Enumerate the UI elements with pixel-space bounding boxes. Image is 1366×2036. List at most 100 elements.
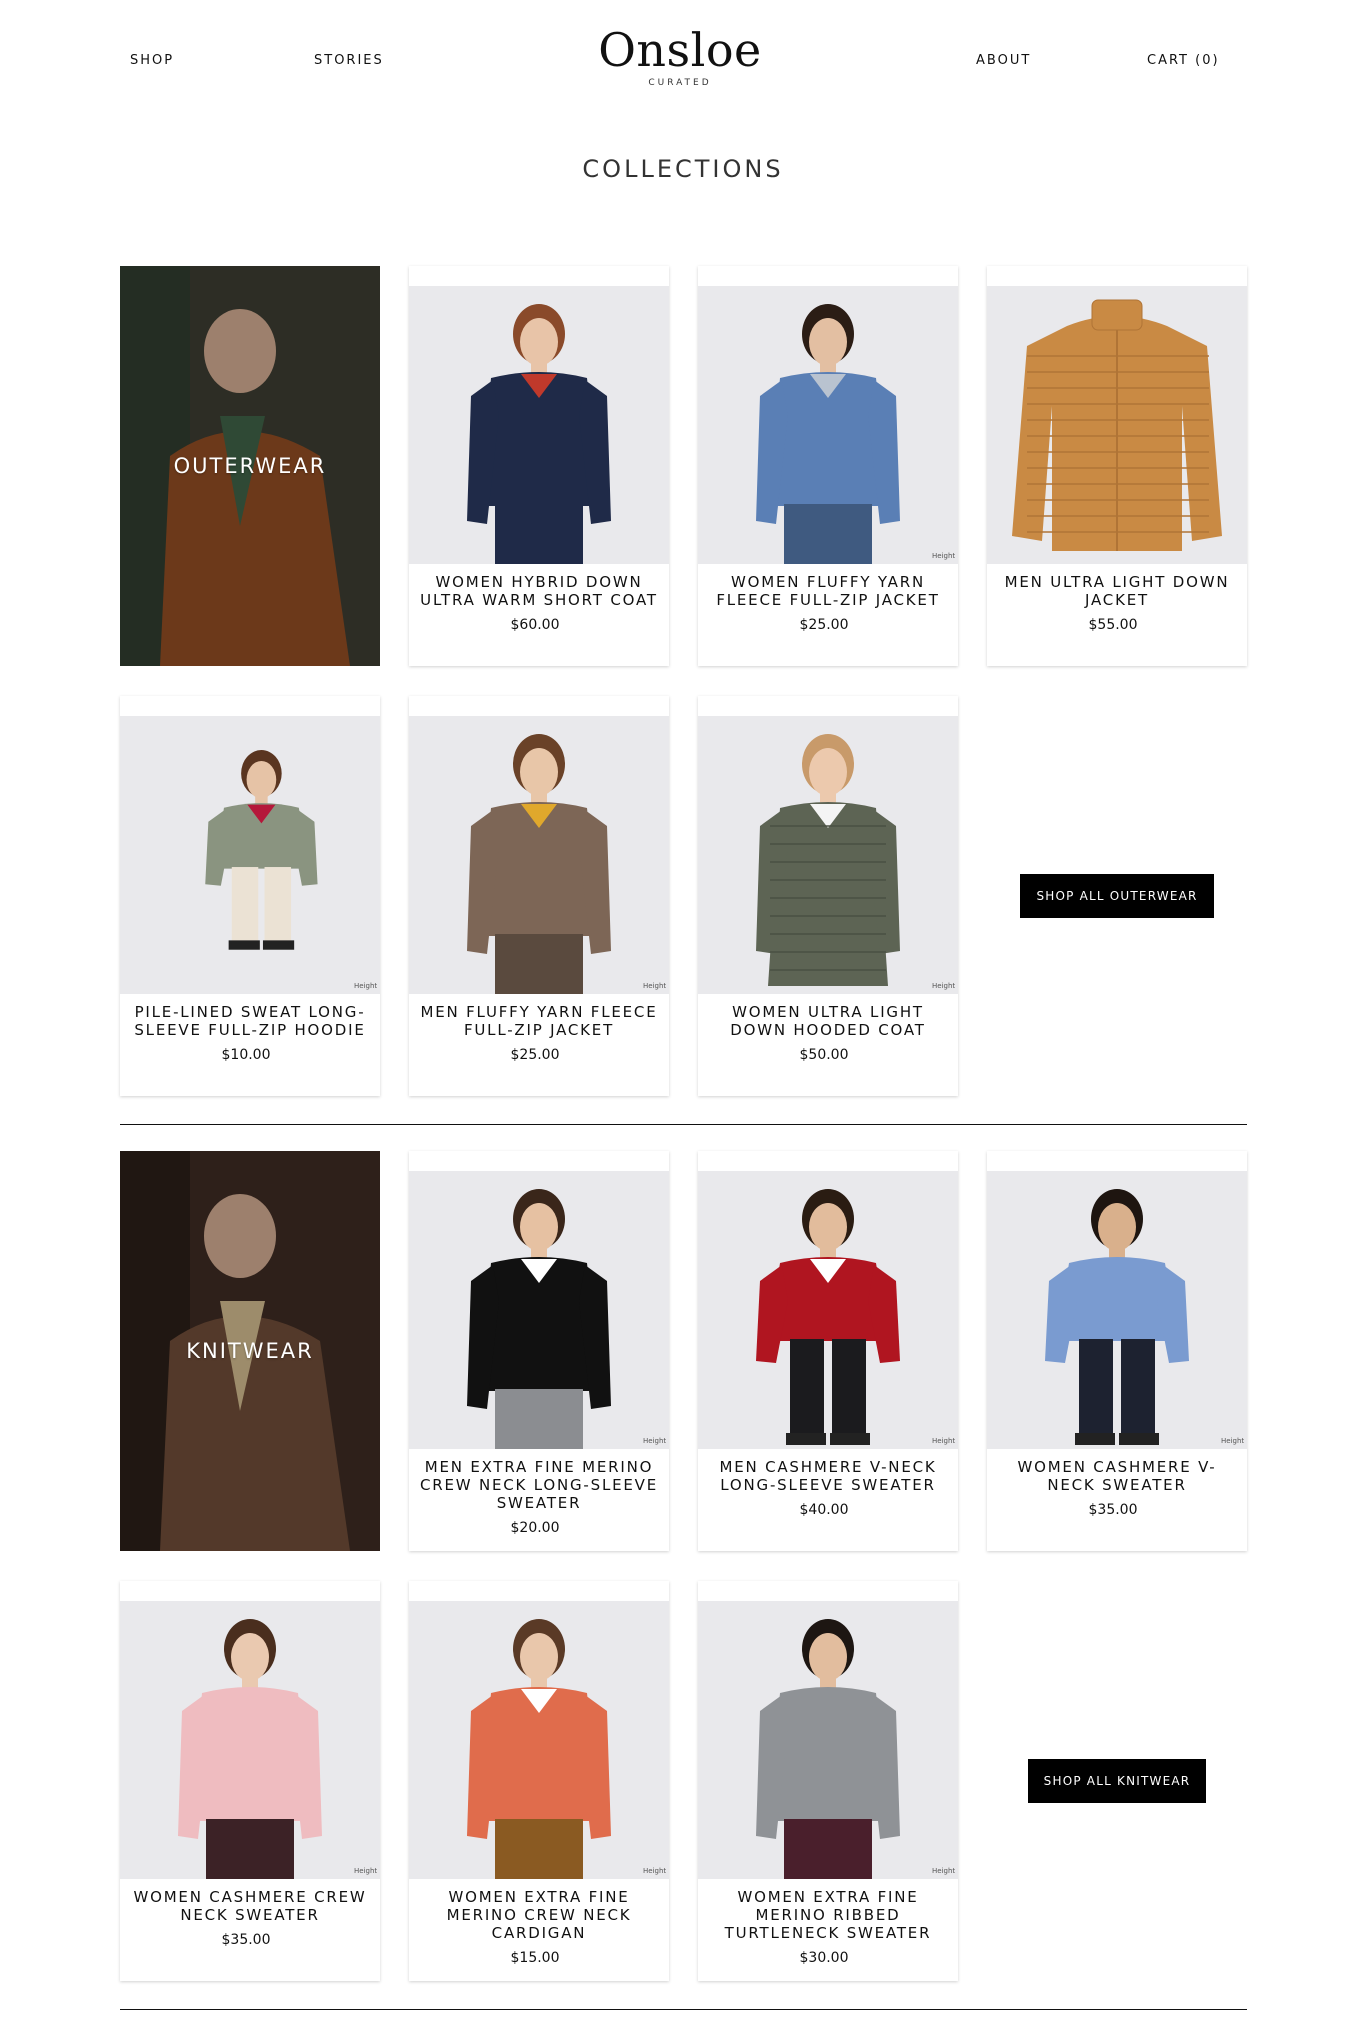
product-image[interactable]: Height : 6'/183 Size : M bbox=[409, 1171, 669, 1449]
collection-feature-outerwear[interactable]: OUTERWEAR bbox=[120, 266, 380, 666]
product-card[interactable]: WOMEN HYBRID DOWN ULTRA WARM SHORT COAT $… bbox=[409, 266, 669, 666]
product-info: MEN ULTRA LIGHT DOWN JACKET $55.00 bbox=[997, 573, 1237, 633]
product-title[interactable]: MEN ULTRA LIGHT DOWN JACKET bbox=[997, 573, 1237, 609]
logo[interactable]: Onsloe CURATED bbox=[560, 22, 800, 88]
product-image[interactable]: Height : 5'8"/163 Size : S bbox=[698, 286, 958, 564]
collection-feature-cell: KNITWEAR bbox=[120, 1151, 380, 1551]
product-price: $15.00 bbox=[510, 1950, 560, 1966]
product-image[interactable]: Height : 6'/183 Size : M bbox=[409, 716, 669, 994]
product-image[interactable]: Height : 5'8"/172 Size : S bbox=[120, 716, 380, 994]
product-image[interactable]: Height : 5'8"/173 Size : S bbox=[698, 716, 958, 994]
product-price: $35.00 bbox=[1088, 1502, 1138, 1518]
product-price: $30.00 bbox=[799, 1950, 849, 1966]
product-info: WOMEN EXTRA FINE MERINO RIBBED TURTLENEC… bbox=[708, 1888, 948, 1966]
product-title[interactable]: WOMEN HYBRID DOWN ULTRA WARM SHORT COAT bbox=[419, 573, 659, 609]
product-info: WOMEN EXTRA FINE MERINO CREW NECK CARDIG… bbox=[419, 1888, 659, 1966]
product-price: $25.00 bbox=[799, 617, 849, 633]
product-title[interactable]: PILE-LINED SWEAT LONG-SLEEVE FULL-ZIP HO… bbox=[130, 1003, 370, 1039]
product-info: MEN EXTRA FINE MERINO CREW NECK LONG-SLE… bbox=[419, 1458, 659, 1536]
product-card[interactable]: Height : 5'8"/172 Size : S WOMEN EXTRA FI… bbox=[409, 1581, 669, 1981]
product-title[interactable]: MEN EXTRA FINE MERINO CREW NECK LONG-SLE… bbox=[419, 1458, 659, 1512]
product-title[interactable]: WOMEN CASHMERE CREW NECK SWEATER bbox=[130, 1888, 370, 1924]
shop-all-knitwear-button[interactable]: SHOP ALL KNITWEAR bbox=[1027, 1759, 1207, 1803]
product-price: $35.00 bbox=[221, 1932, 271, 1948]
product-price: $50.00 bbox=[799, 1047, 849, 1063]
product-cell: Height : 5'8"/163 Size : S WOMEN FLUFFY Y… bbox=[698, 266, 958, 666]
product-price: $55.00 bbox=[1088, 617, 1138, 633]
product-cell: Height : 6'/183 Size : M MEN CASHMERE V-N… bbox=[698, 1151, 958, 1551]
product-info: WOMEN CASHMERE CREW NECK SWEATER $35.00 bbox=[130, 1888, 370, 1948]
product-price: $60.00 bbox=[510, 617, 560, 633]
product-info: WOMEN ULTRA LIGHT DOWN HOODED COAT $50.00 bbox=[708, 1003, 948, 1063]
model-size-tag: Height : 6'/183 Size : M bbox=[643, 1437, 669, 1445]
product-info: WOMEN HYBRID DOWN ULTRA WARM SHORT COAT $… bbox=[419, 573, 659, 633]
product-card[interactable]: Height : 5'7"/170 Size : S WOMEN CASHMERE… bbox=[120, 1581, 380, 1981]
collection-label: OUTERWEAR bbox=[173, 454, 327, 478]
product-cell: Height : 6'/183 Size : M MEN FLUFFY YARN … bbox=[409, 696, 669, 1096]
page-title: COLLECTIONS bbox=[582, 155, 784, 183]
product-card[interactable]: MEN ULTRA LIGHT DOWN JACKET $55.00 bbox=[987, 266, 1247, 666]
product-cell: MEN ULTRA LIGHT DOWN JACKET $55.00 bbox=[987, 266, 1247, 666]
product-image[interactable] bbox=[987, 286, 1247, 564]
model-size-tag: Height : 5'6"/167 Size : S bbox=[1221, 1437, 1247, 1445]
product-price: $25.00 bbox=[510, 1047, 560, 1063]
product-info: MEN CASHMERE V-NECK LONG-SLEEVE SWEATER $… bbox=[708, 1458, 948, 1518]
product-title[interactable]: WOMEN EXTRA FINE MERINO RIBBED TURTLENEC… bbox=[708, 1888, 948, 1942]
model-size-tag: Height : 6'/183 Size : M bbox=[643, 982, 669, 990]
product-cell: Height : 5'8"/173 Size : S WOMEN ULTRA LI… bbox=[698, 696, 958, 1096]
product-image[interactable]: Height : 5'8"/172 Size : S bbox=[409, 1601, 669, 1879]
model-size-tag: Height : 5'8"/172 Size : S bbox=[354, 982, 380, 990]
collection-feature-knitwear[interactable]: KNITWEAR bbox=[120, 1151, 380, 1551]
product-cell: Height : 5'6"/167 Size : S WOMEN CASHMERE… bbox=[987, 1151, 1247, 1551]
product-image[interactable] bbox=[409, 286, 669, 564]
model-size-tag: Height : 5'7"/170 Size : S bbox=[354, 1867, 380, 1875]
shop-all-cell: SHOP ALL OUTERWEAR bbox=[987, 696, 1247, 1096]
section-divider bbox=[120, 1124, 1247, 1125]
product-image[interactable]: Height : 5'7"/170 Size : S bbox=[698, 1601, 958, 1879]
product-card[interactable]: Height : 5'8"/172 Size : S PILE-LINED SWE… bbox=[120, 696, 380, 1096]
model-size-tag: Height : 5'8"/163 Size : S bbox=[932, 552, 958, 560]
nav-about[interactable]: ABOUT bbox=[976, 53, 1031, 68]
product-card[interactable]: Height : 5'8"/173 Size : S WOMEN ULTRA LI… bbox=[698, 696, 958, 1096]
site-header: SHOP STORIES Onsloe CURATED ABOUT CART (… bbox=[0, 0, 1366, 110]
model-size-tag: Height : 5'8"/173 Size : S bbox=[932, 982, 958, 990]
shop-all-cell: SHOP ALL KNITWEAR bbox=[987, 1581, 1247, 1981]
product-cell: Height : 5'7"/170 Size : S WOMEN EXTRA FI… bbox=[698, 1581, 958, 1981]
logo-tagline: CURATED bbox=[648, 78, 712, 88]
product-price: $20.00 bbox=[510, 1520, 560, 1536]
nav-stories[interactable]: STORIES bbox=[314, 53, 384, 68]
product-card[interactable]: Height : 6'/183 Size : M MEN CASHMERE V-N… bbox=[698, 1151, 958, 1551]
logo-name: Onsloe bbox=[598, 23, 762, 77]
product-cell: WOMEN HYBRID DOWN ULTRA WARM SHORT COAT $… bbox=[409, 266, 669, 666]
nav-shop[interactable]: SHOP bbox=[130, 53, 174, 68]
product-title[interactable]: WOMEN ULTRA LIGHT DOWN HOODED COAT bbox=[708, 1003, 948, 1039]
product-card[interactable]: Height : 5'7"/170 Size : S WOMEN EXTRA FI… bbox=[698, 1581, 958, 1981]
product-title[interactable]: MEN FLUFFY YARN FLEECE FULL-ZIP JACKET bbox=[419, 1003, 659, 1039]
collection-feature-cell: OUTERWEAR bbox=[120, 266, 380, 666]
product-title[interactable]: WOMEN FLUFFY YARN FLEECE FULL-ZIP JACKET bbox=[708, 573, 948, 609]
product-title[interactable]: WOMEN EXTRA FINE MERINO CREW NECK CARDIG… bbox=[419, 1888, 659, 1942]
product-title[interactable]: MEN CASHMERE V-NECK LONG-SLEEVE SWEATER bbox=[708, 1458, 948, 1494]
product-cell: Height : 5'8"/172 Size : S PILE-LINED SWE… bbox=[120, 696, 380, 1096]
product-cell: Height : 5'8"/172 Size : S WOMEN EXTRA FI… bbox=[409, 1581, 669, 1981]
product-card[interactable]: Height : 6'/183 Size : M MEN EXTRA FINE M… bbox=[409, 1151, 669, 1551]
product-card[interactable]: Height : 5'6"/167 Size : S WOMEN CASHMERE… bbox=[987, 1151, 1247, 1551]
model-size-tag: Height : 5'8"/172 Size : S bbox=[643, 1867, 669, 1875]
product-title[interactable]: WOMEN CASHMERE V-NECK SWEATER bbox=[997, 1458, 1237, 1494]
product-card[interactable]: Height : 5'8"/163 Size : S WOMEN FLUFFY Y… bbox=[698, 266, 958, 666]
collections-grid: OUTERWEAR WOMEN HYBRID DOWN ULTRA WARM SH… bbox=[120, 266, 1247, 2036]
product-info: WOMEN FLUFFY YARN FLEECE FULL-ZIP JACKET… bbox=[708, 573, 948, 633]
collection-label: KNITWEAR bbox=[186, 1339, 314, 1363]
product-image[interactable]: Height : 5'6"/167 Size : S bbox=[987, 1171, 1247, 1449]
product-price: $40.00 bbox=[799, 1502, 849, 1518]
nav-cart[interactable]: CART (0) bbox=[1147, 53, 1220, 68]
product-image[interactable]: Height : 5'7"/170 Size : S bbox=[120, 1601, 380, 1879]
product-cell: Height : 6'/183 Size : M MEN EXTRA FINE M… bbox=[409, 1151, 669, 1551]
model-size-tag: Height : 5'7"/170 Size : S bbox=[932, 1867, 958, 1875]
section-divider bbox=[120, 2009, 1247, 2010]
product-card[interactable]: Height : 6'/183 Size : M MEN FLUFFY YARN … bbox=[409, 696, 669, 1096]
product-image[interactable]: Height : 6'/183 Size : M bbox=[698, 1171, 958, 1449]
shop-all-outerwear-button[interactable]: SHOP ALL OUTERWEAR bbox=[1020, 874, 1214, 918]
product-price: $10.00 bbox=[221, 1047, 271, 1063]
product-cell: Height : 5'7"/170 Size : S WOMEN CASHMERE… bbox=[120, 1581, 380, 1981]
